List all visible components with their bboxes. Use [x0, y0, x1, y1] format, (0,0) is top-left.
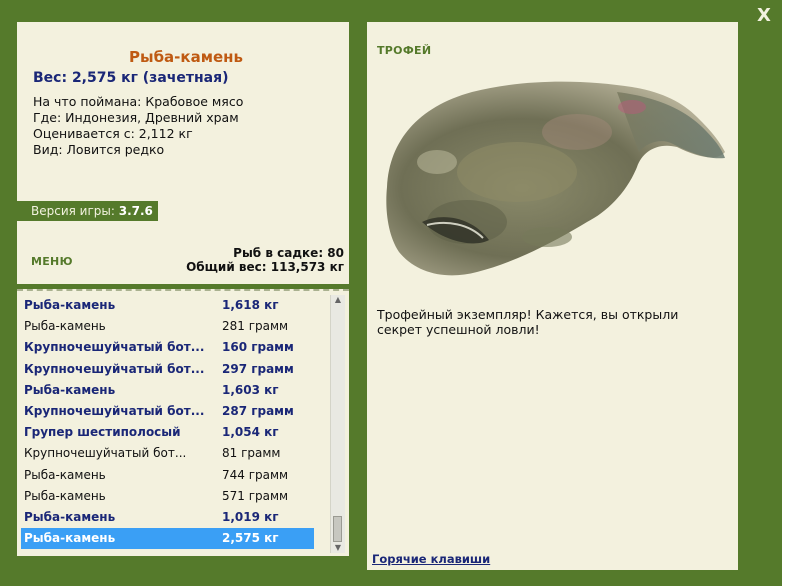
scroll-up-icon[interactable]: ▲: [331, 295, 345, 305]
catch-fish-weight: 1,054 кг: [222, 425, 279, 440]
catch-fish-name: Крупночешуйчатый бот...: [24, 404, 205, 418]
game-window: X Рыба-камень Вес: 2,575 кг (зачетная) Н…: [0, 0, 782, 586]
catch-fish-weight: 1,019 кг: [222, 510, 279, 524]
catch-fish-weight: 281 грамм: [222, 319, 289, 334]
scroll-thumb[interactable]: [333, 516, 342, 542]
catch-list-row[interactable]: Рыба-камень 281 грамм: [21, 316, 314, 337]
catch-list-row[interactable]: Групер шестиполосый 1,054 кг: [21, 422, 314, 443]
fish-count: Рыб в садке: 80: [233, 246, 344, 260]
catch-list-row[interactable]: Крупночешуйчатый бот... 160 грамм: [21, 337, 314, 358]
location-line: Где: Индонезия, Древний храм: [33, 110, 239, 125]
trophy-panel: ТРОФЕЙ Трофейный экземпляр! Кажется, вы …: [367, 22, 738, 570]
catch-fish-name: Групер шестиполосый: [24, 425, 181, 440]
rarity-line: Вид: Ловится редко: [33, 142, 165, 157]
game-version-badge: Версия игры: 3.7.6: [17, 201, 158, 221]
fish-details: На что поймана: Крабовое мясо Где: Индон…: [33, 94, 243, 158]
stonefish-image: [386, 81, 725, 276]
catch-fish-weight: 2,575 кг: [222, 531, 279, 546]
bait-line: На что поймана: Крабовое мясо: [33, 94, 244, 109]
catch-fish-name: Рыба-камень: [24, 488, 106, 503]
catch-fish-name: Рыба-камень: [24, 298, 116, 312]
close-button[interactable]: X: [751, 4, 777, 28]
catch-fish-name: Крупночешуйчатый бот...: [24, 361, 205, 376]
fish-title: Рыба-камень: [129, 48, 243, 66]
catch-list-row[interactable]: Рыба-камень 1,603 кг: [21, 380, 314, 401]
catch-list-row[interactable]: Рыба-камень 2,575 кг: [21, 528, 314, 550]
trophy-description: Трофейный экземпляр! Кажется, вы открыли…: [377, 307, 679, 337]
catch-fish-weight: 297 грамм: [222, 361, 294, 376]
hotkeys-link[interactable]: Горячие клавиши: [372, 552, 490, 566]
fish-info-panel: Рыба-камень Вес: 2,575 кг (зачетная) На …: [17, 22, 349, 284]
catch-fish-name: Рыба-камень: [24, 510, 116, 524]
scroll-down-icon[interactable]: ▼: [331, 543, 345, 553]
catch-fish-name: Рыба-камень: [24, 467, 106, 482]
version-value: 3.7.6: [118, 204, 153, 218]
list-divider: [17, 289, 349, 291]
catch-list[interactable]: Рыба-камень 1,618 кг Рыба-камень 281 грамм К…: [17, 289, 349, 556]
catch-fish-name: Рыба-камень: [24, 319, 106, 334]
total-weight: Общий вес: 113,573 кг: [186, 260, 344, 274]
catch-list-row[interactable]: Крупночешуйчатый бот... 287 грамм: [21, 401, 314, 422]
catch-fish-name: Крупночешуйчатый бот...: [24, 340, 205, 355]
fish-weight: Вес: 2,575 кг (зачетная): [33, 70, 229, 86]
menu-button[interactable]: МЕНЮ: [31, 255, 73, 268]
catch-list-row[interactable]: Крупночешуйчатый бот... 81 грамм: [21, 443, 314, 464]
catch-fish-weight: 744 грамм: [222, 467, 289, 482]
catch-list-row[interactable]: Крупночешуйчатый бот... 297 грамм: [21, 359, 314, 380]
catch-list-row[interactable]: Рыба-камень 1,618 кг: [21, 295, 314, 316]
catch-fish-weight: 571 грамм: [222, 488, 289, 503]
catch-fish-name: Рыба-камень: [24, 382, 116, 397]
catch-list-row[interactable]: Рыба-камень 571 грамм: [21, 486, 314, 507]
catch-fish-weight: 287 грамм: [222, 404, 294, 418]
catch-fish-weight: 1,618 кг: [222, 298, 279, 312]
catch-fish-weight: 1,603 кг: [222, 382, 279, 397]
catch-fish-name: Рыба-камень: [24, 531, 116, 546]
scrollbar[interactable]: ▲ ▼: [330, 295, 345, 553]
catch-list-row[interactable]: Рыба-камень 744 грамм: [21, 465, 314, 486]
trophy-label: ТРОФЕЙ: [377, 44, 432, 57]
keepnet-stats: Рыб в садке: 80 Общий вес: 113,573 кг: [186, 246, 344, 274]
catch-list-row[interactable]: Рыба-камень 1,019 кг: [21, 507, 314, 528]
catch-fish-weight: 81 грамм: [222, 446, 281, 461]
catch-fish-weight: 160 грамм: [222, 340, 294, 355]
catch-fish-name: Крупночешуйчатый бот...: [24, 446, 187, 461]
version-label: Версия игры:: [31, 204, 115, 218]
rating-line: Оценивается с: 2,112 кг: [33, 126, 193, 141]
